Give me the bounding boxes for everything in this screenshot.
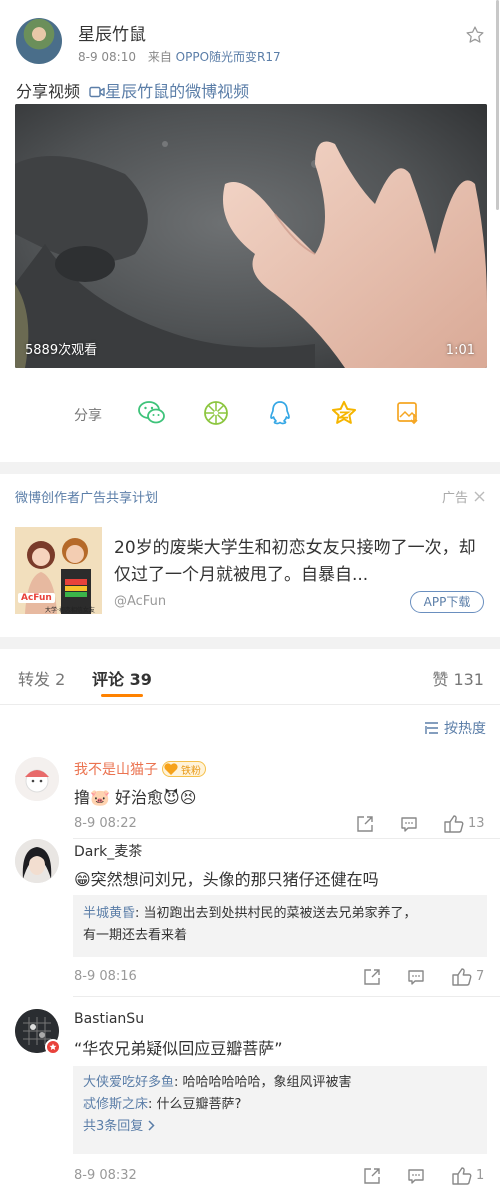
like-button[interactable]: 7 — [452, 967, 484, 986]
section-divider — [0, 637, 500, 649]
comment-time: 8-9 08:32 — [74, 1168, 137, 1183]
reply-text: : 当初跑出去到处拱村民的菜被送去兄弟家养了， — [135, 906, 417, 921]
comment-username[interactable]: Dark_麦茶 — [74, 841, 142, 861]
video-camera-icon — [89, 85, 105, 99]
comment-username[interactable]: BastianSu — [74, 1011, 144, 1027]
reply-item[interactable]: 大侠爱吃好多鱼: 哈哈哈哈哈哈，象组风评被害 — [83, 1072, 477, 1094]
comment-text: “华农兄弟疑似回应豆瓣菩萨” — [74, 1039, 283, 1058]
ad-thumb-caption: 大学·初恋相信女友 — [45, 607, 95, 614]
video-frame — [15, 104, 487, 368]
fan-badge: 铁粉 — [162, 761, 206, 777]
like-count: 7 — [476, 969, 485, 984]
share-label: 分享 — [74, 408, 102, 424]
comment-time: 8-9 08:16 — [74, 969, 137, 984]
reply-icon[interactable] — [406, 967, 426, 987]
reply-text: : 哈哈哈哈哈哈，象组风评被害 — [174, 1075, 352, 1090]
tab-like[interactable]: 赞 131 — [432, 666, 484, 690]
reply-icon[interactable] — [406, 1166, 426, 1186]
reply-box[interactable]: 大侠爱吃好多鱼: 哈哈哈哈哈哈，象组风评被害 忒修斯之床: 什么豆瓣菩萨? 共3… — [73, 1066, 487, 1154]
ad-thumb-logo: AcFun — [18, 593, 55, 603]
verified-badge-icon — [45, 1039, 61, 1055]
tabs-divider — [0, 704, 500, 705]
comment-user[interactable]: 我不是山猫子 铁粉 — [74, 759, 206, 779]
comment-avatar[interactable] — [15, 757, 59, 801]
reply-text-continued: 有一期还去看来着 — [83, 928, 188, 943]
video-duration: 1:01 — [445, 343, 475, 358]
reply-text: : 什么豆瓣菩萨? — [148, 1097, 242, 1112]
ad-tag[interactable]: 广告 — [442, 487, 485, 506]
ad-tag-label: 广告 — [442, 491, 469, 506]
comment-avatar[interactable] — [15, 839, 59, 883]
ad-thumbnail[interactable]: AcFun 大学·初恋相信女友 — [15, 527, 102, 614]
qq-icon[interactable] — [264, 397, 296, 429]
share-text: 分享视频 — [16, 82, 81, 101]
reply-username[interactable]: 大侠爱吃好多鱼 — [83, 1075, 174, 1090]
reply-username[interactable]: 半城黄昏 — [83, 906, 135, 921]
author-avatar[interactable] — [16, 18, 62, 64]
like-count: 1 — [476, 1168, 485, 1183]
sort-label: 按热度 — [444, 721, 486, 737]
comment-text: 撸🐷 好治愈😈😣 — [74, 788, 197, 807]
comment-text: 😁突然想问刘兄，头像的那只猪仔还健在吗 — [74, 870, 379, 889]
reply-item[interactable]: 忒修斯之床: 什么豆瓣菩萨? — [83, 1094, 477, 1116]
section-divider — [0, 462, 500, 474]
source-prefix: 来自 — [147, 50, 172, 64]
comment-avatar[interactable] — [15, 1009, 61, 1055]
wechat-icon[interactable] — [136, 397, 168, 429]
ad-program-label[interactable]: 微博创作者广告共享计划 — [15, 487, 158, 506]
post-time: 8-9 08:10 — [78, 50, 136, 64]
post-meta: 8-9 08:10 来自 OPPO随光而变R17 — [78, 48, 281, 65]
moments-icon[interactable] — [200, 397, 232, 429]
thumb-up-icon — [452, 967, 472, 986]
reply-username[interactable]: 忒修斯之床 — [83, 1097, 148, 1112]
comment-divider — [73, 838, 500, 839]
close-icon[interactable] — [474, 491, 485, 502]
qzone-icon[interactable] — [328, 397, 360, 429]
comment-divider — [73, 996, 500, 997]
reply-box[interactable]: 半城黄昏: 当初跑出去到处拱村民的菜被送去兄弟家养了， 有一期还去看来着 — [73, 895, 487, 957]
repost-icon[interactable] — [362, 967, 382, 987]
video-player[interactable]: 5889次观看 1:01 — [15, 104, 487, 368]
heart-icon — [163, 762, 179, 776]
chevron-right-icon — [147, 1120, 155, 1131]
fan-badge-label: 铁粉 — [181, 765, 201, 777]
reply-item[interactable]: 半城黄昏: 当初跑出去到处拱村民的菜被送去兄弟家养了， — [83, 903, 477, 925]
repost-icon[interactable] — [355, 814, 375, 834]
save-image-icon[interactable] — [392, 397, 424, 429]
video-link[interactable]: 星辰竹鼠的微博视频 — [89, 82, 249, 101]
comment-time: 8-9 08:22 — [74, 816, 137, 831]
repost-icon[interactable] — [362, 1166, 382, 1186]
tab-repost[interactable]: 转发 2 — [18, 666, 65, 690]
comment-username[interactable]: 我不是山猫子 — [74, 759, 158, 779]
post-source[interactable]: OPPO随光而变R17 — [176, 50, 281, 64]
like-button[interactable]: 13 — [444, 814, 485, 833]
reply-icon[interactable] — [399, 814, 419, 834]
ad-account[interactable]: @AcFun — [114, 594, 166, 609]
sort-toggle[interactable]: 按热度 — [424, 718, 486, 738]
post-text: 分享视频 星辰竹鼠的微博视频 — [16, 78, 249, 102]
tab-active-indicator — [101, 694, 143, 697]
thumb-up-icon — [444, 814, 464, 833]
more-replies-link[interactable]: 共3条回复 — [83, 1116, 477, 1138]
like-count: 13 — [468, 816, 485, 831]
scrollbar[interactable] — [496, 0, 499, 210]
favorite-star-icon[interactable] — [462, 22, 488, 48]
author-name[interactable]: 星辰竹鼠 — [78, 20, 146, 45]
view-count: 5889次观看 — [25, 343, 98, 358]
like-button[interactable]: 1 — [452, 1166, 484, 1185]
ad-title[interactable]: 20岁的废柴大学生和初恋女友只接吻了一次，却仅过了一个月就被甩了。自暴自... — [114, 535, 484, 589]
sort-icon — [424, 721, 440, 735]
tab-comment[interactable]: 评论 39 — [92, 666, 152, 690]
thumb-up-icon — [452, 1166, 472, 1185]
app-download-button[interactable]: APP下载 — [410, 591, 484, 613]
more-replies-label: 共3条回复 — [83, 1119, 148, 1134]
